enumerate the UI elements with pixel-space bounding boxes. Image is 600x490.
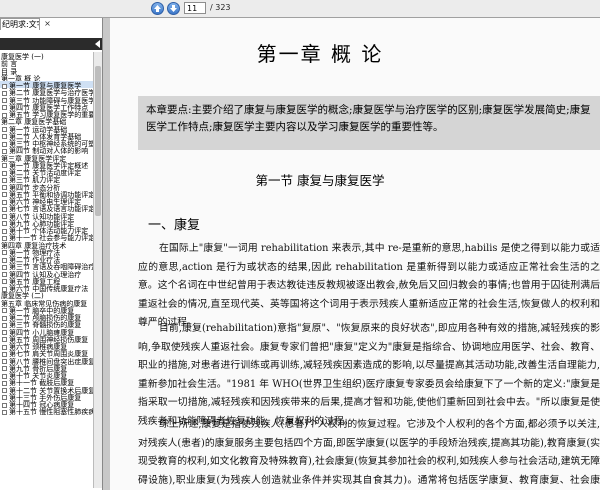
bookmark-item[interactable]: 第五节 周围神经损伤康复 [0,335,93,344]
arrow-down-icon [170,5,177,12]
bookmark-item[interactable]: 第七节 肩关节周围炎康复 [0,349,93,358]
bookmark-item[interactable]: 前 言 [0,59,93,68]
bookmark-item[interactable]: 第二节 作业疗法 [0,255,93,264]
body-paragraph: 在国际上"康复"一词用 rehabilitation 来表示,其中 re-是重新… [138,243,600,328]
bookmark-item[interactable]: 第九节 骨折后康复 [0,364,93,373]
bookmark-item[interactable]: 第三节 肌力评定 [0,175,93,184]
bookmark-item[interactable]: 第十一节 社会参与能力评定 [0,233,93,242]
bookmark-item[interactable]: 第十一节 截肢后康复 [0,378,93,387]
bookmark-item[interactable]: 第十三节 手外伤后康复 [0,393,93,402]
bookmark-item[interactable]: 第十节 个体活动能力评定 [0,226,93,235]
chapter-summary-box: 本章要点:主要介绍了康复与康复医学的概念;康复医学与治疗医学的区别;康复医学发展… [138,96,600,150]
bookmark-item[interactable]: 康复医学 (一) [0,52,93,61]
section-title: 第一节 康复与康复医学 [255,173,385,188]
page-number-input[interactable] [184,2,206,14]
bookmark-item[interactable]: 第三章 康复医学评定 [0,154,93,163]
viewer-toolbar: / 323 [0,0,600,18]
bookmark-item[interactable]: 第八节 认知功能评定 [0,212,93,221]
sidebar-scrollbar[interactable] [93,52,102,488]
bookmark-item[interactable]: 康复医学 (二) [0,291,93,300]
bookmark-item[interactable]: 第三节 脊髓损伤的康复 [0,320,93,329]
bookmark-item[interactable]: 第十四节 冠心病康复 [0,400,93,409]
scrollbar-thumb[interactable] [95,66,101,216]
bookmark-item[interactable]: 第四节 制动对人体的影响 [0,146,93,155]
bookmark-item[interactable]: 第一节 康复与康复医学 [0,81,93,90]
sidebar-tab-title[interactable]: 纪明求:文字版 [0,18,40,30]
collapse-sidebar-icon[interactable] [95,40,100,48]
previous-page-button[interactable] [151,2,164,15]
body-paragraph: 综上所述,康复是指使残疾人(患者)个人权利的恢复过程。它涉及个人权利的各个方面,… [138,419,600,486]
bookmark-item[interactable]: 第五节 平衡和协调功能评定 [0,190,93,199]
bookmark-item[interactable]: 第四节 步态分析 [0,183,93,192]
bookmark-item[interactable]: 第二节 关节活动度评定 [0,168,93,177]
bookmark-item[interactable]: 第五节 康复工程 [0,277,93,286]
body-paragraph: 目前,康复(rehabilitation)意指"复原"、"恢复原来的良好状态",… [138,323,600,427]
bookmark-item[interactable]: 第二节 颅脑损伤的康复 [0,313,93,322]
bookmark-item[interactable]: 第三节 中枢神经系统的可塑性 [0,139,93,148]
bookmark-item[interactable]: 第四节 认知及心理治疗 [0,270,93,279]
bookmark-item[interactable]: 第九节 心肺功能评定 [0,219,93,228]
bookmark-node-icon[interactable] [2,409,7,415]
subsection-title: 一、康复 [148,218,201,233]
bookmark-item[interactable]: 第三节 言语及吞咽障碍治疗 [0,262,93,271]
document-page: 第一章 概 论 本章要点:主要介绍了康复与康复医学的概念;康复医学与治疗医学的区… [110,18,600,490]
total-pages-label: / 323 [210,3,231,12]
bookmark-item[interactable]: 第四章 康复治疗技术 [0,241,93,250]
bookmark-item[interactable]: 第二章 康复医学基础 [0,117,93,126]
next-page-button[interactable] [167,2,180,15]
bookmark-item[interactable]: 第七节 言语及语言功能评定 [0,204,93,213]
bookmark-item[interactable]: 第十二节 关节置换术后康复 [0,386,93,395]
bookmark-item[interactable]: 第一节 物理疗法 [0,248,93,257]
bookmark-outline: 康复医学 (一) 前 言目 录第一章 概 论第一节 康复与康复医学 第二节 康复医学… [0,52,93,488]
bookmark-item[interactable]: 第一章 概 论 [0,74,93,83]
bookmark-item[interactable]: 第二节 人体发育学基础 [0,132,93,141]
sidebar-header-bar [0,38,102,50]
bookmark-item[interactable]: 第二节 康复医学与治疗医学 [0,88,93,97]
close-icon[interactable]: × [43,19,52,28]
bookmark-item[interactable]: 第四节 康复医学工作特点 [0,103,93,112]
bookmark-item[interactable]: 第六节 颈椎病康复 [0,342,93,351]
bookmark-item[interactable]: 第三节 功能障碍与康复医学 [0,96,93,105]
bookmark-item[interactable]: 第一节 康复医学评定概述 [0,161,93,170]
bookmark-item[interactable]: 第六节 神经电生理评定 [0,197,93,206]
bookmark-item[interactable]: 第十节 关节炎康复 [0,371,93,380]
bookmark-item[interactable]: 第五章 临床常见伤病的康复 [0,299,93,308]
arrow-up-icon [154,5,161,12]
bookmark-item[interactable]: 第八节 腰椎间盘突出症康复 [0,357,93,366]
bookmark-item[interactable]: 第六节 中国传统康复疗法 [0,284,93,293]
bookmarks-sidebar: 纪明求:文字版 × 康复医学 (一)前 言目 录第一章 概 论第一节 康复与康复… [0,18,103,490]
bookmark-item[interactable]: 目 录 [0,67,93,76]
bookmark-item[interactable]: 第四节 小儿脑瘫康复 [0,328,93,337]
bookmark-item[interactable]: 第一节 脑卒中的康复 [0,306,93,315]
bookmark-item[interactable]: 第五节 学习康复医学的重要性 [0,110,93,119]
bookmark-item[interactable]: 第一节 运动学基础 [0,125,93,134]
bookmark-item[interactable]: 第十五节 慢性阻塞性肺疾病康复 [0,407,93,417]
chapter-title: 第一章 概 论 [256,42,384,66]
bookmark-label: 第十五节 慢性阻塞性肺疾病康复 [9,408,93,417]
